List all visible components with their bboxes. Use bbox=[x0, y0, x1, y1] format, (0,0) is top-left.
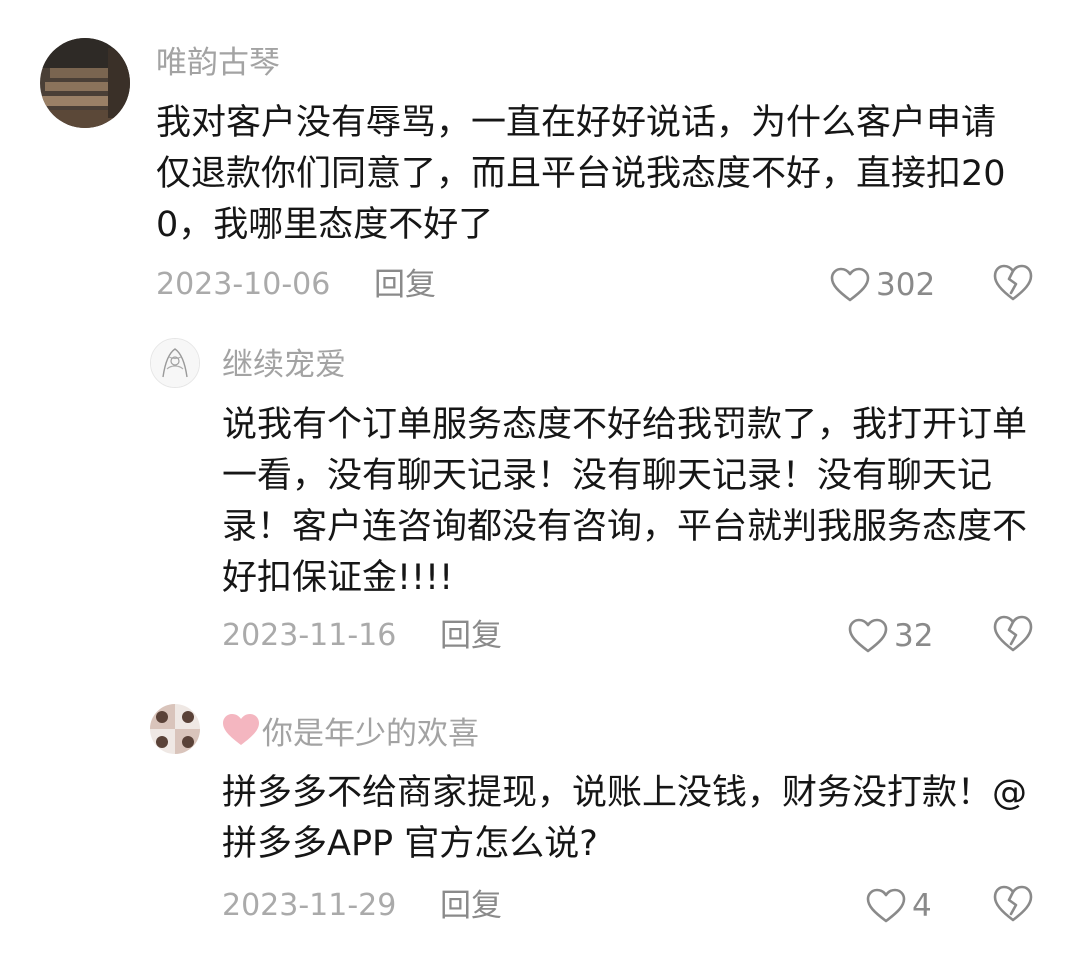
avatar[interactable] bbox=[150, 338, 200, 388]
username[interactable]: 你是年少的欢喜 bbox=[222, 713, 479, 757]
dislike-button[interactable] bbox=[992, 885, 1034, 927]
like-button[interactable]: 32 bbox=[848, 614, 933, 658]
heart-outline-icon bbox=[830, 267, 870, 303]
comment-text: 我对客户没有辱骂，一直在好好说话，为什么客户申请仅退款你们同意了，而且平台说我态… bbox=[156, 103, 1006, 245]
comment-date: 2023-11-16 bbox=[222, 618, 397, 653]
reply-button[interactable]: 回复 bbox=[440, 886, 502, 926]
avatar-image bbox=[150, 704, 200, 754]
comment-date: 2023-10-06 bbox=[156, 267, 331, 302]
reply-button[interactable]: 回复 bbox=[374, 265, 436, 305]
heart-outline-icon bbox=[848, 618, 888, 654]
like-count: 4 bbox=[912, 888, 932, 924]
comment-date: 2023-11-29 bbox=[222, 888, 397, 923]
comment-text: 拼多多不给商家提现，说账上没钱，财务没打款！@拼多多APP 官方怎么说? bbox=[222, 773, 1028, 864]
comment-text: 说我有个订单服务态度不好给我罚款了，我打开订单一看，没有聊天记录！没有聊天记录！… bbox=[222, 405, 1028, 598]
username[interactable]: 继续宠爱 bbox=[222, 345, 346, 385]
broken-heart-icon bbox=[993, 885, 1033, 922]
avatar-image bbox=[151, 339, 199, 387]
pink-heart-icon bbox=[222, 713, 260, 757]
avatar-image bbox=[40, 38, 130, 128]
broken-heart-icon bbox=[993, 264, 1033, 301]
username-text: 你是年少的欢喜 bbox=[262, 716, 479, 752]
dislike-button[interactable] bbox=[992, 615, 1034, 657]
heart-outline-icon bbox=[866, 888, 906, 924]
avatar[interactable] bbox=[40, 38, 130, 128]
like-button[interactable]: 4 bbox=[866, 884, 932, 928]
broken-heart-icon bbox=[993, 615, 1033, 652]
like-button[interactable]: 302 bbox=[830, 263, 935, 307]
like-count: 302 bbox=[876, 267, 936, 303]
avatar[interactable] bbox=[150, 704, 200, 754]
dislike-button[interactable] bbox=[992, 264, 1034, 306]
like-count: 32 bbox=[894, 618, 934, 654]
reply-button[interactable]: 回复 bbox=[440, 616, 502, 656]
username[interactable]: 唯韵古琴 bbox=[156, 43, 280, 83]
